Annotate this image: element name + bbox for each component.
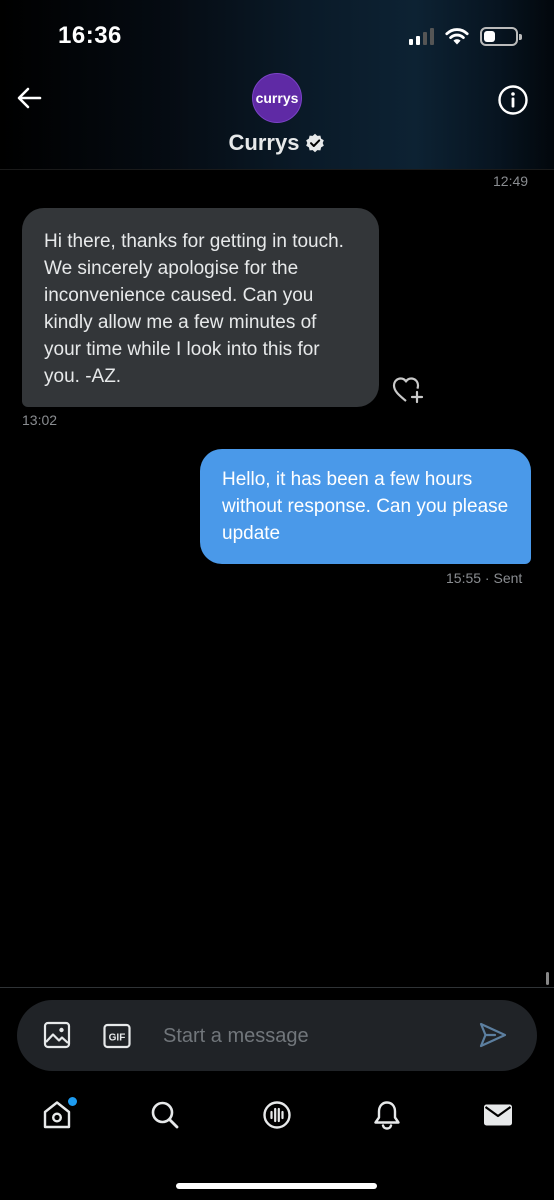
home-indicator [176,1183,377,1189]
message-text: Hello, it has been a few hours without r… [222,469,509,544]
bottom-tab-bar [0,1085,554,1165]
tab-search[interactable] [140,1085,190,1145]
tab-notifications[interactable] [362,1085,412,1145]
avatar-logo-text: currys [255,90,299,106]
message-text: Hi there, thanks for getting in touch. W… [44,231,344,387]
verified-badge-icon [306,133,325,153]
messages-icon [484,1104,512,1126]
divider [0,987,554,988]
send-icon[interactable] [478,1020,508,1050]
battery-icon [480,26,522,46]
back-button[interactable] [14,82,46,114]
message-timestamp: 12:49 [493,173,529,189]
battery-level [484,30,495,42]
gif-label: GIF [109,1033,126,1044]
conversation-header: 16:36 currys Currys [0,0,554,170]
react-heart-plus-icon[interactable] [391,375,425,405]
status-bar: 16:36 [0,0,554,70]
conversation-title[interactable]: Currys [0,130,554,156]
search-icon [151,1101,179,1129]
notifications-icon [374,1101,400,1130]
notification-dot [68,1097,77,1106]
contact-name: Currys [228,130,300,155]
scrollbar[interactable] [546,972,549,985]
received-message-bubble[interactable]: Hi there, thanks for getting in touch. W… [22,208,379,407]
message-composer: GIF [17,1000,537,1071]
tab-messages[interactable] [473,1085,523,1145]
status-icons [409,24,522,48]
avatar[interactable]: currys [252,73,302,123]
tab-spaces[interactable] [252,1085,302,1145]
message-timestamp: 13:02 [22,412,58,428]
message-input[interactable] [163,1022,463,1050]
spaces-icon [263,1101,291,1129]
cellular-signal-icon [409,27,434,45]
tab-home[interactable] [32,1085,82,1145]
sent-message-bubble[interactable]: Hello, it has been a few hours without r… [200,449,531,564]
status-time: 16:36 [58,22,122,49]
gif-icon[interactable]: GIF [103,1022,131,1050]
info-button[interactable] [497,84,529,116]
wifi-icon [445,28,469,45]
message-status: 15:55 · Sent [446,570,523,586]
image-icon[interactable] [43,1021,71,1049]
